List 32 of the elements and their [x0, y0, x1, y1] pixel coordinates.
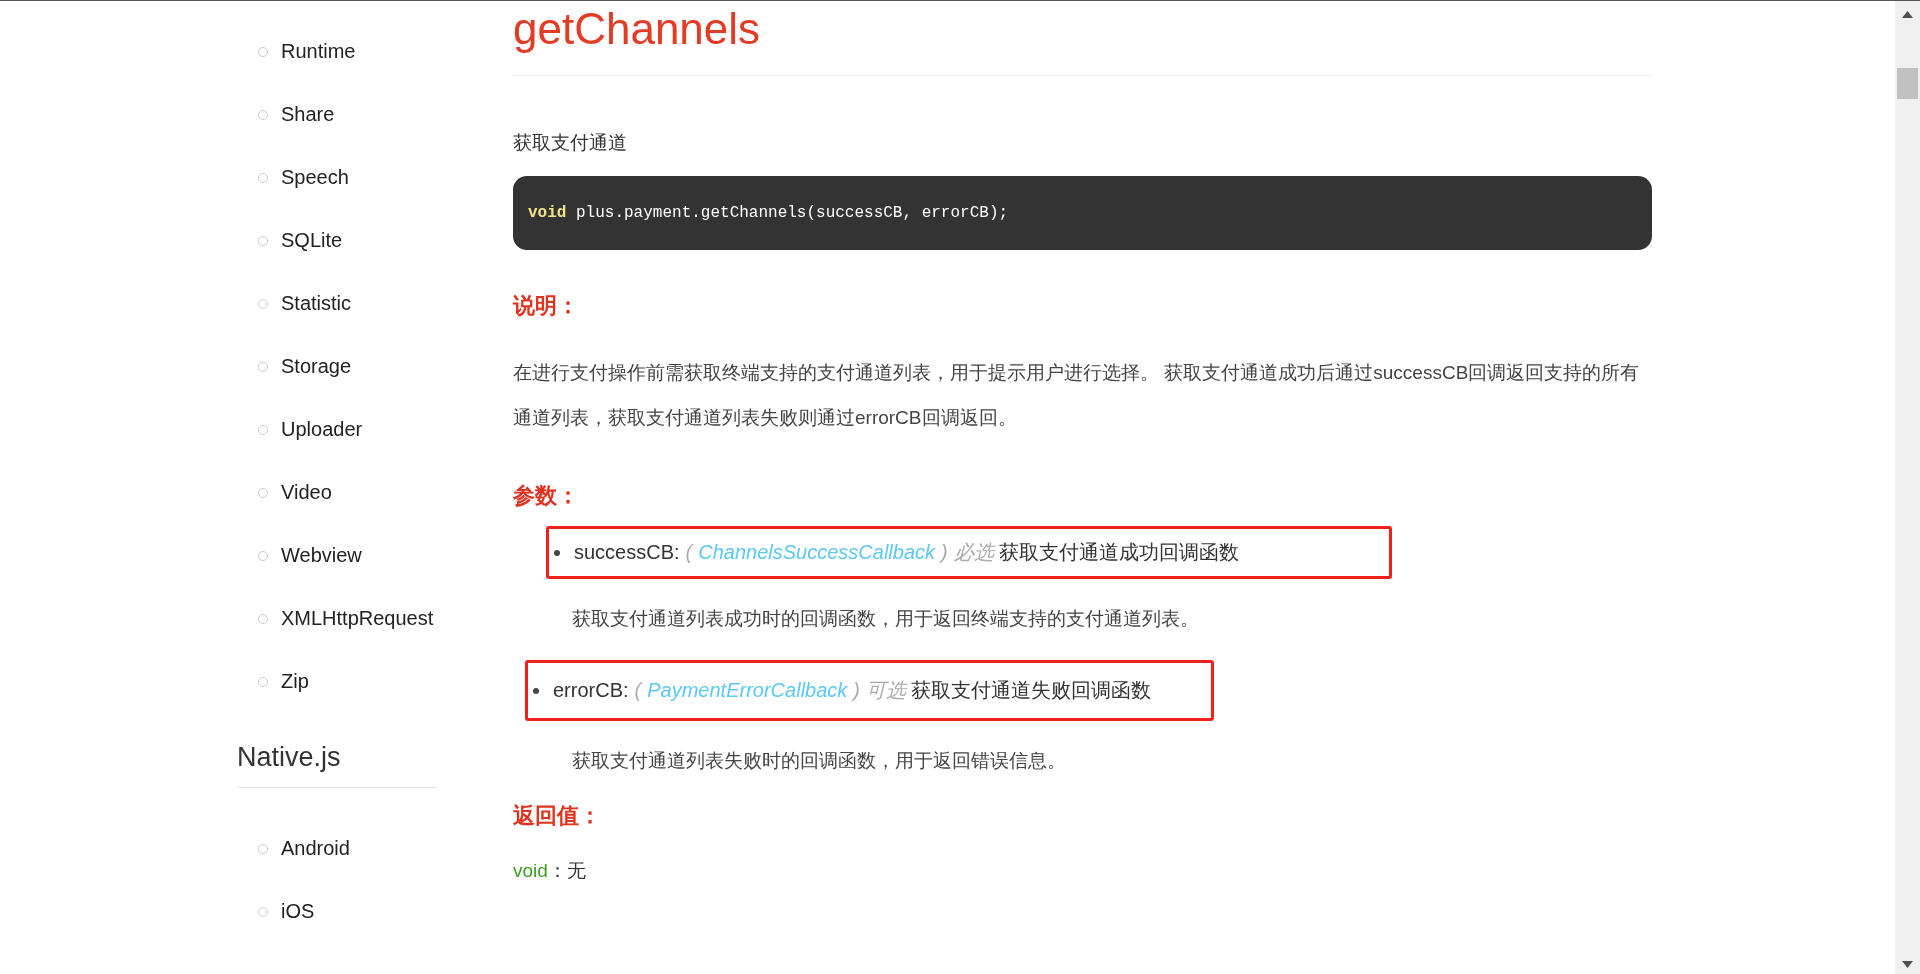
bullet-icon [533, 687, 539, 694]
sidebar-link[interactable]: Uploader [281, 418, 363, 441]
sidebar-link[interactable]: Android [281, 837, 350, 860]
section-heading: 返回值： [513, 802, 602, 830]
section-heading: 说明： [513, 292, 580, 320]
code-block: void plus.payment.getChannels(successCB, errorCB); [513, 176, 1652, 250]
description-text: 在进行支付操作前需获取终端支持的支付通道列表，用于提示用户进行选择。 获取支付通道成功后通过successCB回调返回支持的所有通道列表，获取支付通道列表失败则通过errorCB回调返回。 [513, 361, 1641, 430]
sidebar-link[interactable]: Share [281, 103, 335, 126]
scroll-down-icon[interactable] [1902, 961, 1913, 968]
sidebar-link[interactable]: iOS [281, 900, 315, 923]
param-signature: successCB: ( ChannelsSuccessCallback ) 必选 获取支付通道成功回调函数 [574, 540, 1239, 565]
param-description: 获取支付通道列表失败时的回调函数，用于返回错误信息。 [572, 749, 1067, 773]
sidebar-link[interactable]: Storage [281, 355, 352, 378]
param-description: 获取支付通道列表成功时的回调函数，用于返回终端支持的支付通道列表。 [572, 607, 1200, 631]
sidebar-link[interactable]: Webview [281, 544, 362, 567]
scroll-up-icon[interactable] [1902, 11, 1913, 18]
section-heading: 参数： [513, 482, 580, 510]
return-value: void：无 [513, 859, 587, 883]
summary-text: 获取支付通道 [513, 131, 628, 155]
sidebar-link[interactable]: Video [281, 481, 332, 504]
bullet-icon [554, 549, 560, 556]
sidebar-link[interactable]: Statistic [281, 292, 352, 315]
section-heading: Native.js [237, 742, 437, 788]
sidebar-link[interactable]: Runtime [281, 40, 356, 63]
sidebar-link[interactable]: Speech [281, 166, 349, 189]
page-title: getChannels [513, 4, 1652, 76]
sidebar-link[interactable]: Zip [281, 670, 309, 693]
scrollbar-thumb[interactable] [1897, 68, 1918, 99]
sidebar-link[interactable]: XMLHttpRequest [281, 607, 434, 630]
param-signature: errorCB: ( PaymentErrorCallback ) 可选 获取支付通道失败回调函数 [553, 678, 1151, 703]
scrollbar[interactable] [1895, 1, 1920, 974]
sidebar-link[interactable]: SQLite [281, 229, 343, 252]
